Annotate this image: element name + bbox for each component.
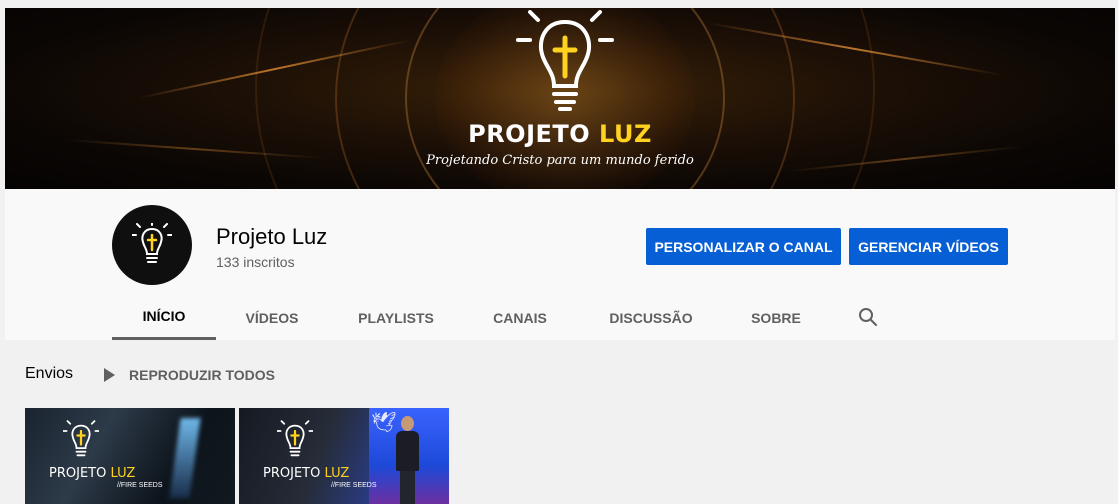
thumbnail-brand-accent: LUZ [110, 466, 136, 481]
banner-title: PROJETO LUZ [5, 120, 1115, 148]
speaker-head [401, 416, 414, 431]
search-icon[interactable] [856, 305, 880, 329]
video-thumbnail[interactable]: 🕊 PROJETO LUZ //FIRE SEEDS [239, 408, 449, 504]
channel-name: Projeto Luz [216, 224, 328, 249]
play-icon [104, 368, 115, 382]
lightbulb-cross-icon [516, 10, 614, 111]
avatar[interactable] [112, 205, 192, 285]
speaker-body [396, 431, 419, 471]
tab-inicio[interactable]: INÍCIO [112, 295, 216, 340]
channel-header: Projeto Luz 133 inscritos PERSONALIZAR O… [5, 189, 1115, 340]
lightbulb-cross-icon [63, 420, 99, 457]
manage-videos-button[interactable]: GERENCIAR VÍDEOS [849, 228, 1008, 265]
tab-discussao[interactable]: DISCUSSÃO [596, 295, 706, 340]
channel-page: PROJETO LUZ Projetando Cristo para um mu… [0, 0, 1118, 504]
tab-videos[interactable]: VÍDEOS [232, 295, 312, 340]
banner-title-main: PROJETO [468, 120, 600, 148]
uploads-title: Envios [25, 365, 74, 382]
channel-banner: PROJETO LUZ Projetando Cristo para um mu… [5, 8, 1115, 189]
banner-title-accent: LUZ [599, 120, 652, 148]
speaker-figure [394, 416, 420, 504]
thumbnail-brand: PROJETO LUZ [263, 466, 349, 481]
play-all-label: REPRODUZIR TODOS [129, 367, 275, 383]
lightning-graphic [169, 418, 201, 498]
dove-icon: 🕊 [371, 412, 397, 434]
video-thumbnail[interactable]: PROJETO LUZ //FIRE SEEDS [25, 408, 235, 504]
subscriber-count: 133 inscritos [216, 254, 295, 270]
thumbnail-brand-accent: LUZ [324, 466, 350, 481]
thumbnail-tag: //FIRE SEEDS [331, 482, 377, 489]
banner-subtitle: Projetando Cristo para um mundo ferido [426, 153, 694, 168]
thumbnail-tag: //FIRE SEEDS [117, 482, 163, 489]
thumbnail-brand-main: PROJETO [263, 466, 325, 481]
thumbnail-brand-main: PROJETO [49, 466, 111, 481]
thumbnail-brand: PROJETO LUZ [49, 466, 135, 481]
customize-channel-button[interactable]: PERSONALIZAR O CANAL [646, 228, 841, 265]
tab-playlists[interactable]: PLAYLISTS [348, 295, 444, 340]
lightbulb-cross-icon [277, 420, 313, 457]
speaker-legs [400, 471, 415, 504]
tab-sobre[interactable]: SOBRE [740, 295, 812, 340]
tab-canais[interactable]: CANAIS [482, 295, 558, 340]
lightbulb-cross-icon [132, 223, 172, 263]
play-all-button[interactable]: REPRODUZIR TODOS [104, 367, 275, 383]
